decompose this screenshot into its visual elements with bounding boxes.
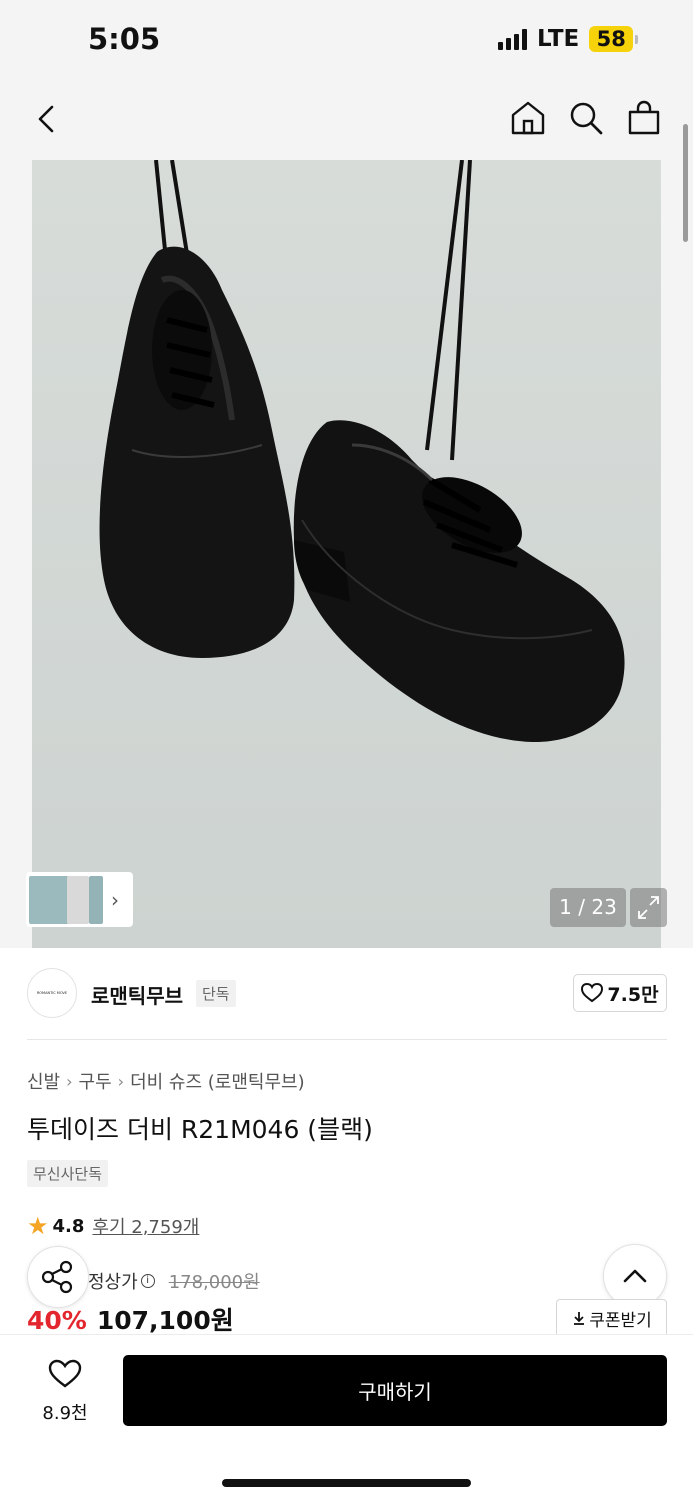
breadcrumb-item[interactable]: 구두 bbox=[79, 1068, 112, 1094]
chevron-right-icon[interactable]: › bbox=[111, 888, 119, 912]
wishlist-button[interactable]: 8.9천 bbox=[36, 1359, 94, 1425]
review-count-link[interactable]: 후기 2,759개 bbox=[92, 1213, 199, 1239]
status-indicators: LTE 58 bbox=[498, 26, 639, 52]
buy-button[interactable]: 구매하기 bbox=[123, 1355, 667, 1426]
brand-like-count: 7.5만 bbox=[607, 983, 659, 1006]
price-row: 40% 107,100원 bbox=[27, 1301, 234, 1337]
brand-logo[interactable]: ROMANTIC MOVE bbox=[27, 968, 77, 1018]
search-button[interactable] bbox=[566, 98, 606, 138]
search-icon bbox=[570, 102, 603, 135]
product-title: 투데이즈 더비 R21M046 (블랙) bbox=[27, 1115, 373, 1144]
image-counter: 1 / 23 bbox=[550, 888, 626, 927]
battery-level: 58 bbox=[589, 26, 634, 52]
breadcrumb: 신발 › 구두 › 더비 슈즈 (로맨틱무브) bbox=[27, 1068, 305, 1094]
heart-icon bbox=[48, 1359, 82, 1388]
home-icon bbox=[511, 101, 545, 135]
heart-icon bbox=[581, 983, 604, 1003]
thumbnail-strip[interactable]: › bbox=[26, 872, 133, 927]
chevron-right-icon: › bbox=[66, 1071, 73, 1091]
rating-row: ★ 4.8 후기 2,759개 bbox=[27, 1212, 199, 1240]
chevron-up-icon bbox=[623, 1269, 647, 1283]
status-time: 5:05 bbox=[88, 22, 161, 56]
discount-rate: 40% bbox=[27, 1306, 87, 1335]
thumbnail-2[interactable] bbox=[67, 875, 89, 924]
coupon-label: 쿠폰받기 bbox=[589, 1310, 652, 1331]
network-type: LTE bbox=[537, 26, 580, 52]
home-button[interactable] bbox=[508, 98, 548, 138]
breadcrumb-item[interactable]: 신발 bbox=[27, 1068, 60, 1094]
share-icon bbox=[41, 1260, 73, 1294]
brand-exclusive-tag: 단독 bbox=[196, 980, 236, 1007]
share-button[interactable] bbox=[27, 1246, 89, 1308]
brand-name[interactable]: 로맨틱무브 bbox=[91, 980, 183, 1009]
expand-icon bbox=[638, 896, 659, 919]
scrollbar[interactable] bbox=[683, 124, 688, 242]
product-image[interactable] bbox=[32, 160, 661, 948]
divider bbox=[27, 1039, 667, 1040]
brand-like-button[interactable]: 7.5만 bbox=[573, 974, 667, 1012]
original-price-label: 정상가 bbox=[88, 1272, 138, 1293]
back-button[interactable] bbox=[30, 100, 64, 140]
chevron-left-icon bbox=[38, 105, 54, 133]
chevron-right-icon: › bbox=[117, 1071, 125, 1091]
info-icon[interactable]: i bbox=[140, 1274, 155, 1288]
cart-button[interactable] bbox=[624, 98, 664, 138]
original-price-row: 정상가 i 178,000원 bbox=[88, 1268, 260, 1294]
bottom-action-bar: 8.9천 구매하기 bbox=[0, 1334, 693, 1500]
download-icon bbox=[574, 1312, 585, 1325]
coupon-button[interactable]: 쿠폰받기 bbox=[556, 1299, 667, 1337]
sale-price: 107,100원 bbox=[96, 1306, 234, 1335]
thumbnail-1[interactable] bbox=[29, 875, 69, 924]
musinsa-exclusive-tag: 무신사단독 bbox=[27, 1160, 109, 1187]
home-indicator bbox=[222, 1479, 471, 1487]
battery-icon bbox=[635, 34, 639, 44]
signal-icon bbox=[498, 28, 527, 50]
shopping-bag-icon bbox=[628, 100, 660, 135]
shoe-illustration bbox=[99, 160, 625, 743]
expand-button[interactable] bbox=[630, 888, 667, 927]
rating-value: 4.8 bbox=[52, 1215, 85, 1237]
wishlist-count: 8.9천 bbox=[42, 1403, 88, 1424]
star-icon: ★ bbox=[27, 1212, 49, 1240]
breadcrumb-item[interactable]: 더비 슈즈 (로맨틱무브) bbox=[130, 1068, 305, 1094]
thumbnail-3[interactable] bbox=[89, 875, 103, 924]
original-price: 178,000원 bbox=[168, 1272, 260, 1293]
